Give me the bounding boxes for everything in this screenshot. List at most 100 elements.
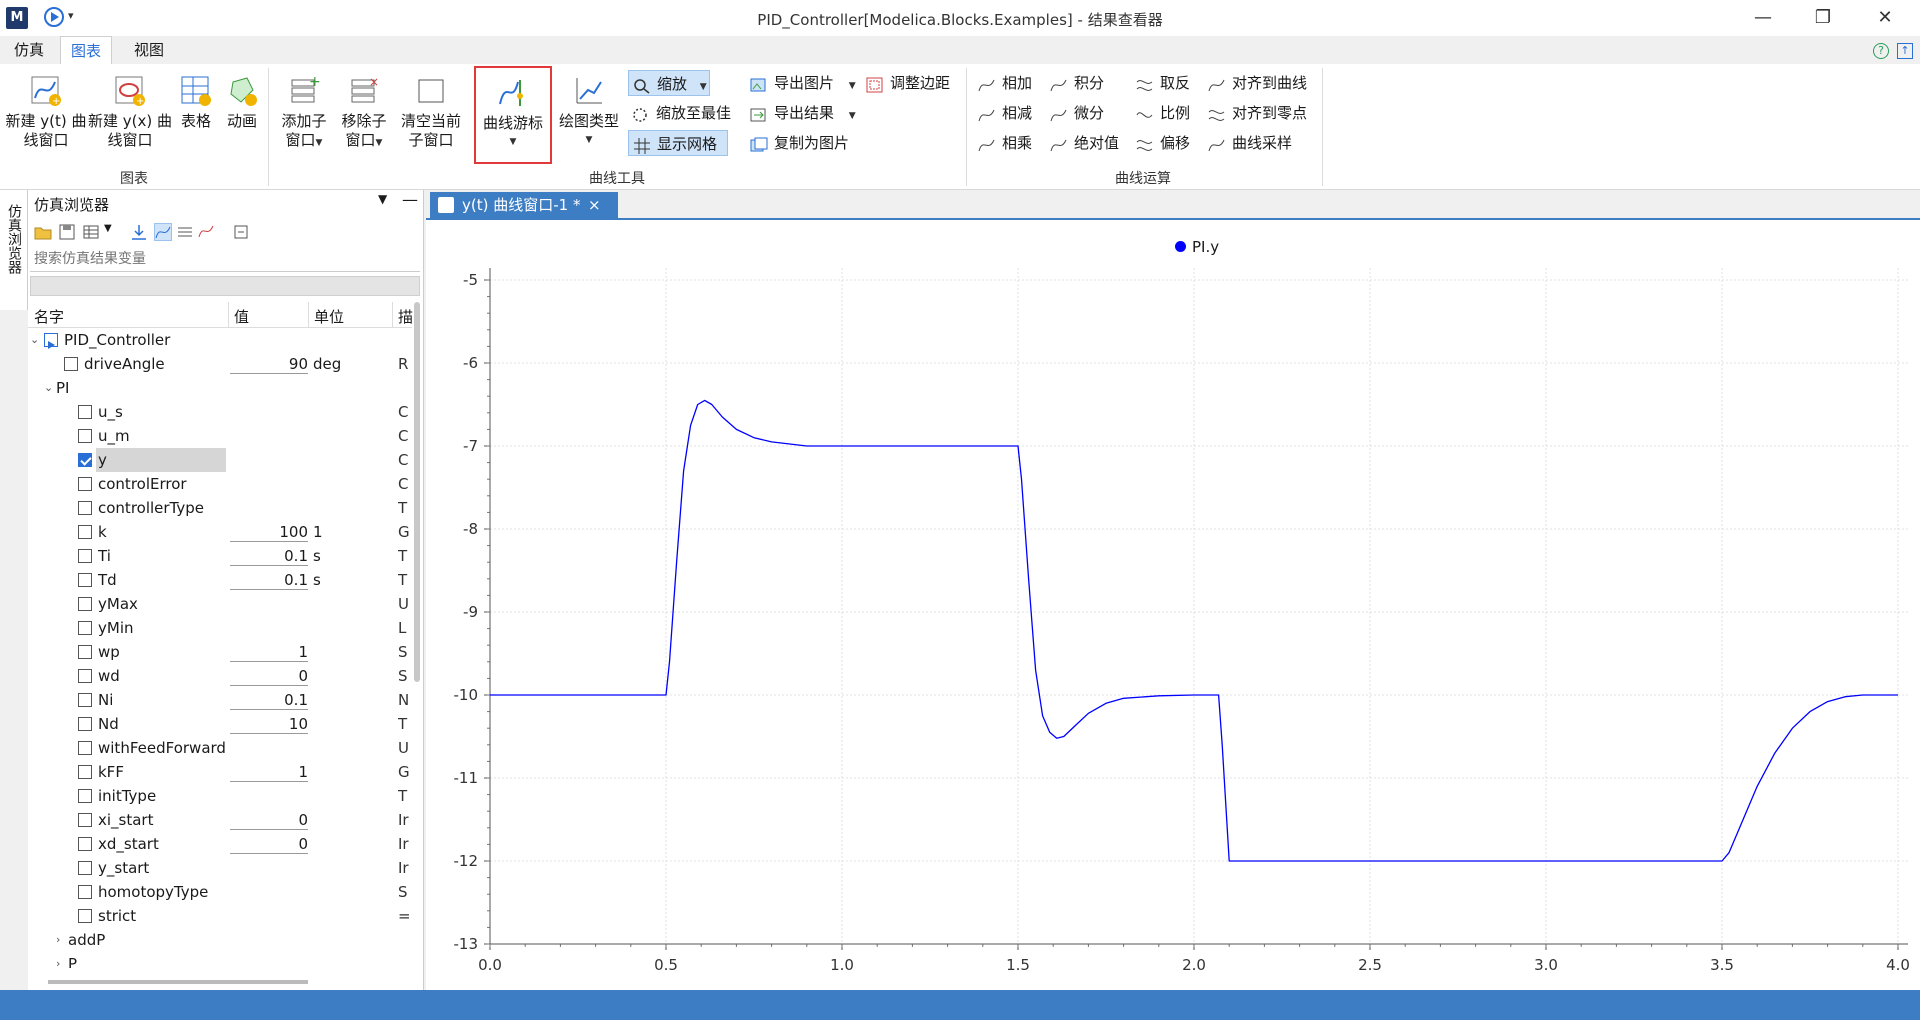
variable-checkbox[interactable] (78, 549, 92, 563)
list-filter-icon[interactable] (176, 223, 194, 241)
curve-filter-icon[interactable] (154, 223, 172, 241)
tree-row[interactable]: yC (28, 448, 412, 472)
run-icon[interactable] (44, 7, 64, 27)
panel-close-icon[interactable]: — (402, 190, 418, 209)
tree-row[interactable]: homotopyType S (28, 880, 412, 904)
table-button[interactable]: 表格 (174, 66, 218, 164)
op-integral-button[interactable]: 积分 (1046, 70, 1104, 96)
tree-row[interactable]: Nd 10 T (28, 712, 412, 736)
variable-checkbox[interactable] (78, 429, 92, 443)
variable-checkbox[interactable] (78, 597, 92, 611)
variable-checkbox[interactable] (78, 525, 92, 539)
variable-value[interactable]: 90 (230, 354, 308, 374)
collapse-ribbon-icon[interactable]: ↑ (1897, 43, 1913, 59)
op-add-button[interactable]: 相加 (974, 70, 1032, 96)
tree-row[interactable]: controllerType T (28, 496, 412, 520)
variable-checkbox[interactable] (64, 357, 78, 371)
export-result-button[interactable]: 导出结果 ▼ (746, 100, 856, 126)
variable-checkbox[interactable] (78, 621, 92, 635)
panel-menu-icon[interactable]: ▼ (378, 192, 387, 206)
tree-row[interactable]: yMin L (28, 616, 412, 640)
tree-row[interactable]: u_m C (28, 424, 412, 448)
tree-row[interactable]: Ti 0.1 s T (28, 544, 412, 568)
column-unit[interactable]: 单位 (314, 306, 344, 327)
variable-checkbox[interactable] (78, 693, 92, 707)
collapse-all-icon[interactable] (232, 223, 250, 241)
curve-cursor-button[interactable]: 曲线游标 ▼ (474, 66, 552, 164)
column-divider[interactable] (228, 302, 229, 328)
variable-checkbox[interactable] (78, 717, 92, 731)
variable-value[interactable]: 0 (230, 810, 308, 830)
tree-row[interactable]: driveAngle 90 deg R (28, 352, 412, 376)
tree-row[interactable]: Td 0.1 s T (28, 568, 412, 592)
variable-checkbox[interactable] (78, 405, 92, 419)
variable-checkbox[interactable] (78, 645, 92, 659)
add-subwindow-button[interactable]: + 添加子 窗口▼ (274, 66, 334, 164)
expand-down-icon[interactable]: ⌄ (30, 328, 42, 352)
variable-checkbox[interactable] (78, 909, 92, 923)
tree-row[interactable]: wp 1 S (28, 640, 412, 664)
column-value[interactable]: 值 (234, 306, 249, 327)
import-icon[interactable] (130, 223, 148, 241)
clear-subwindow-button[interactable]: 清空当前 子窗口 (396, 66, 466, 164)
tree-horizontal-scrollbar[interactable] (48, 980, 308, 984)
variable-checkbox[interactable] (78, 837, 92, 851)
adjust-margin-button[interactable]: 调整边距 (862, 70, 950, 96)
tab-view[interactable]: 视图 (124, 36, 174, 64)
tree-row[interactable]: Ni 0.1 N (28, 688, 412, 712)
zoom-button[interactable]: 缩放 ▼ (628, 70, 710, 96)
line-chart[interactable]: 0.0 0.5 1.0 1.5 2.0 2.5 3.0 3.5 4.0 -5 -6 -7 -8 -9 -10… (426, 218, 1920, 990)
variable-checkbox[interactable] (78, 813, 92, 827)
variable-value[interactable]: 10 (230, 714, 308, 734)
op-offset-button[interactable]: 偏移 (1132, 130, 1190, 156)
variable-value[interactable]: 0.1 (230, 690, 308, 710)
variable-checkbox[interactable] (78, 741, 92, 755)
variable-value[interactable]: 100 (230, 522, 308, 542)
tree-row[interactable]: ⌄ PI (28, 376, 412, 400)
variable-value[interactable]: 0 (230, 834, 308, 854)
tree-vertical-scrollbar[interactable] (414, 302, 420, 682)
zoom-best-button[interactable]: 缩放至最佳 (628, 100, 731, 126)
show-grid-button[interactable]: 显示网格 (628, 130, 728, 156)
tree-row[interactable]: xd_start 0 Ir (28, 832, 412, 856)
tree-row[interactable]: › addP (28, 928, 412, 952)
dropdown-caret-icon[interactable]: ▼ (849, 111, 856, 121)
column-name[interactable]: 名字 (34, 306, 64, 327)
minimize-button[interactable]: — (1740, 4, 1786, 32)
tree-row[interactable]: controlError C (28, 472, 412, 496)
variable-value[interactable]: 0.1 (230, 546, 308, 566)
variable-checkbox[interactable] (78, 573, 92, 587)
variable-checkbox[interactable] (78, 453, 92, 467)
tab-chart[interactable]: 图表 (60, 36, 113, 64)
op-abs-button[interactable]: 绝对值 (1046, 130, 1119, 156)
sidebar-tab-browser[interactable]: 仿真浏览器 (0, 190, 28, 310)
tree-row[interactable]: xi_start 0 Ir (28, 808, 412, 832)
op-align-zero-button[interactable]: 对齐到零点 (1204, 100, 1307, 126)
tree-row[interactable]: kFF 1 G (28, 760, 412, 784)
op-derivative-button[interactable]: 微分 (1046, 100, 1104, 126)
tab-simulation[interactable]: 仿真 (4, 36, 54, 64)
op-negate-button[interactable]: 取反 (1132, 70, 1190, 96)
help-icon[interactable]: ? (1873, 43, 1889, 59)
variable-checkbox[interactable] (78, 669, 92, 683)
column-description[interactable]: 描 (398, 306, 413, 327)
variable-checkbox[interactable] (78, 501, 92, 515)
variable-checkbox[interactable] (78, 861, 92, 875)
tree-row[interactable]: initType T (28, 784, 412, 808)
filter-bar[interactable] (30, 276, 420, 296)
variable-value[interactable]: 0 (230, 666, 308, 686)
open-folder-icon[interactable] (34, 223, 52, 241)
dropdown-caret-icon[interactable]: ▼ (104, 223, 122, 241)
new-yt-window-button[interactable]: + 新建 y(t) 曲 线窗口 (4, 66, 88, 164)
tree-row[interactable]: yMax U (28, 592, 412, 616)
variable-value[interactable]: 1 (230, 642, 308, 662)
remove-subwindow-button[interactable]: × 移除子 窗口▼ (334, 66, 394, 164)
new-yx-window-button[interactable]: + 新建 y(x) 曲 线窗口 (88, 66, 172, 164)
op-align-curve-button[interactable]: 对齐到曲线 (1204, 70, 1307, 96)
plot-type-button[interactable]: 绘图类型 ▼ (556, 66, 622, 164)
quick-access-dropdown-icon[interactable]: ▾ (68, 9, 74, 22)
variable-checkbox[interactable] (78, 765, 92, 779)
variable-checkbox[interactable] (78, 477, 92, 491)
column-divider[interactable] (392, 302, 393, 328)
op-subtract-button[interactable]: 相减 (974, 100, 1032, 126)
